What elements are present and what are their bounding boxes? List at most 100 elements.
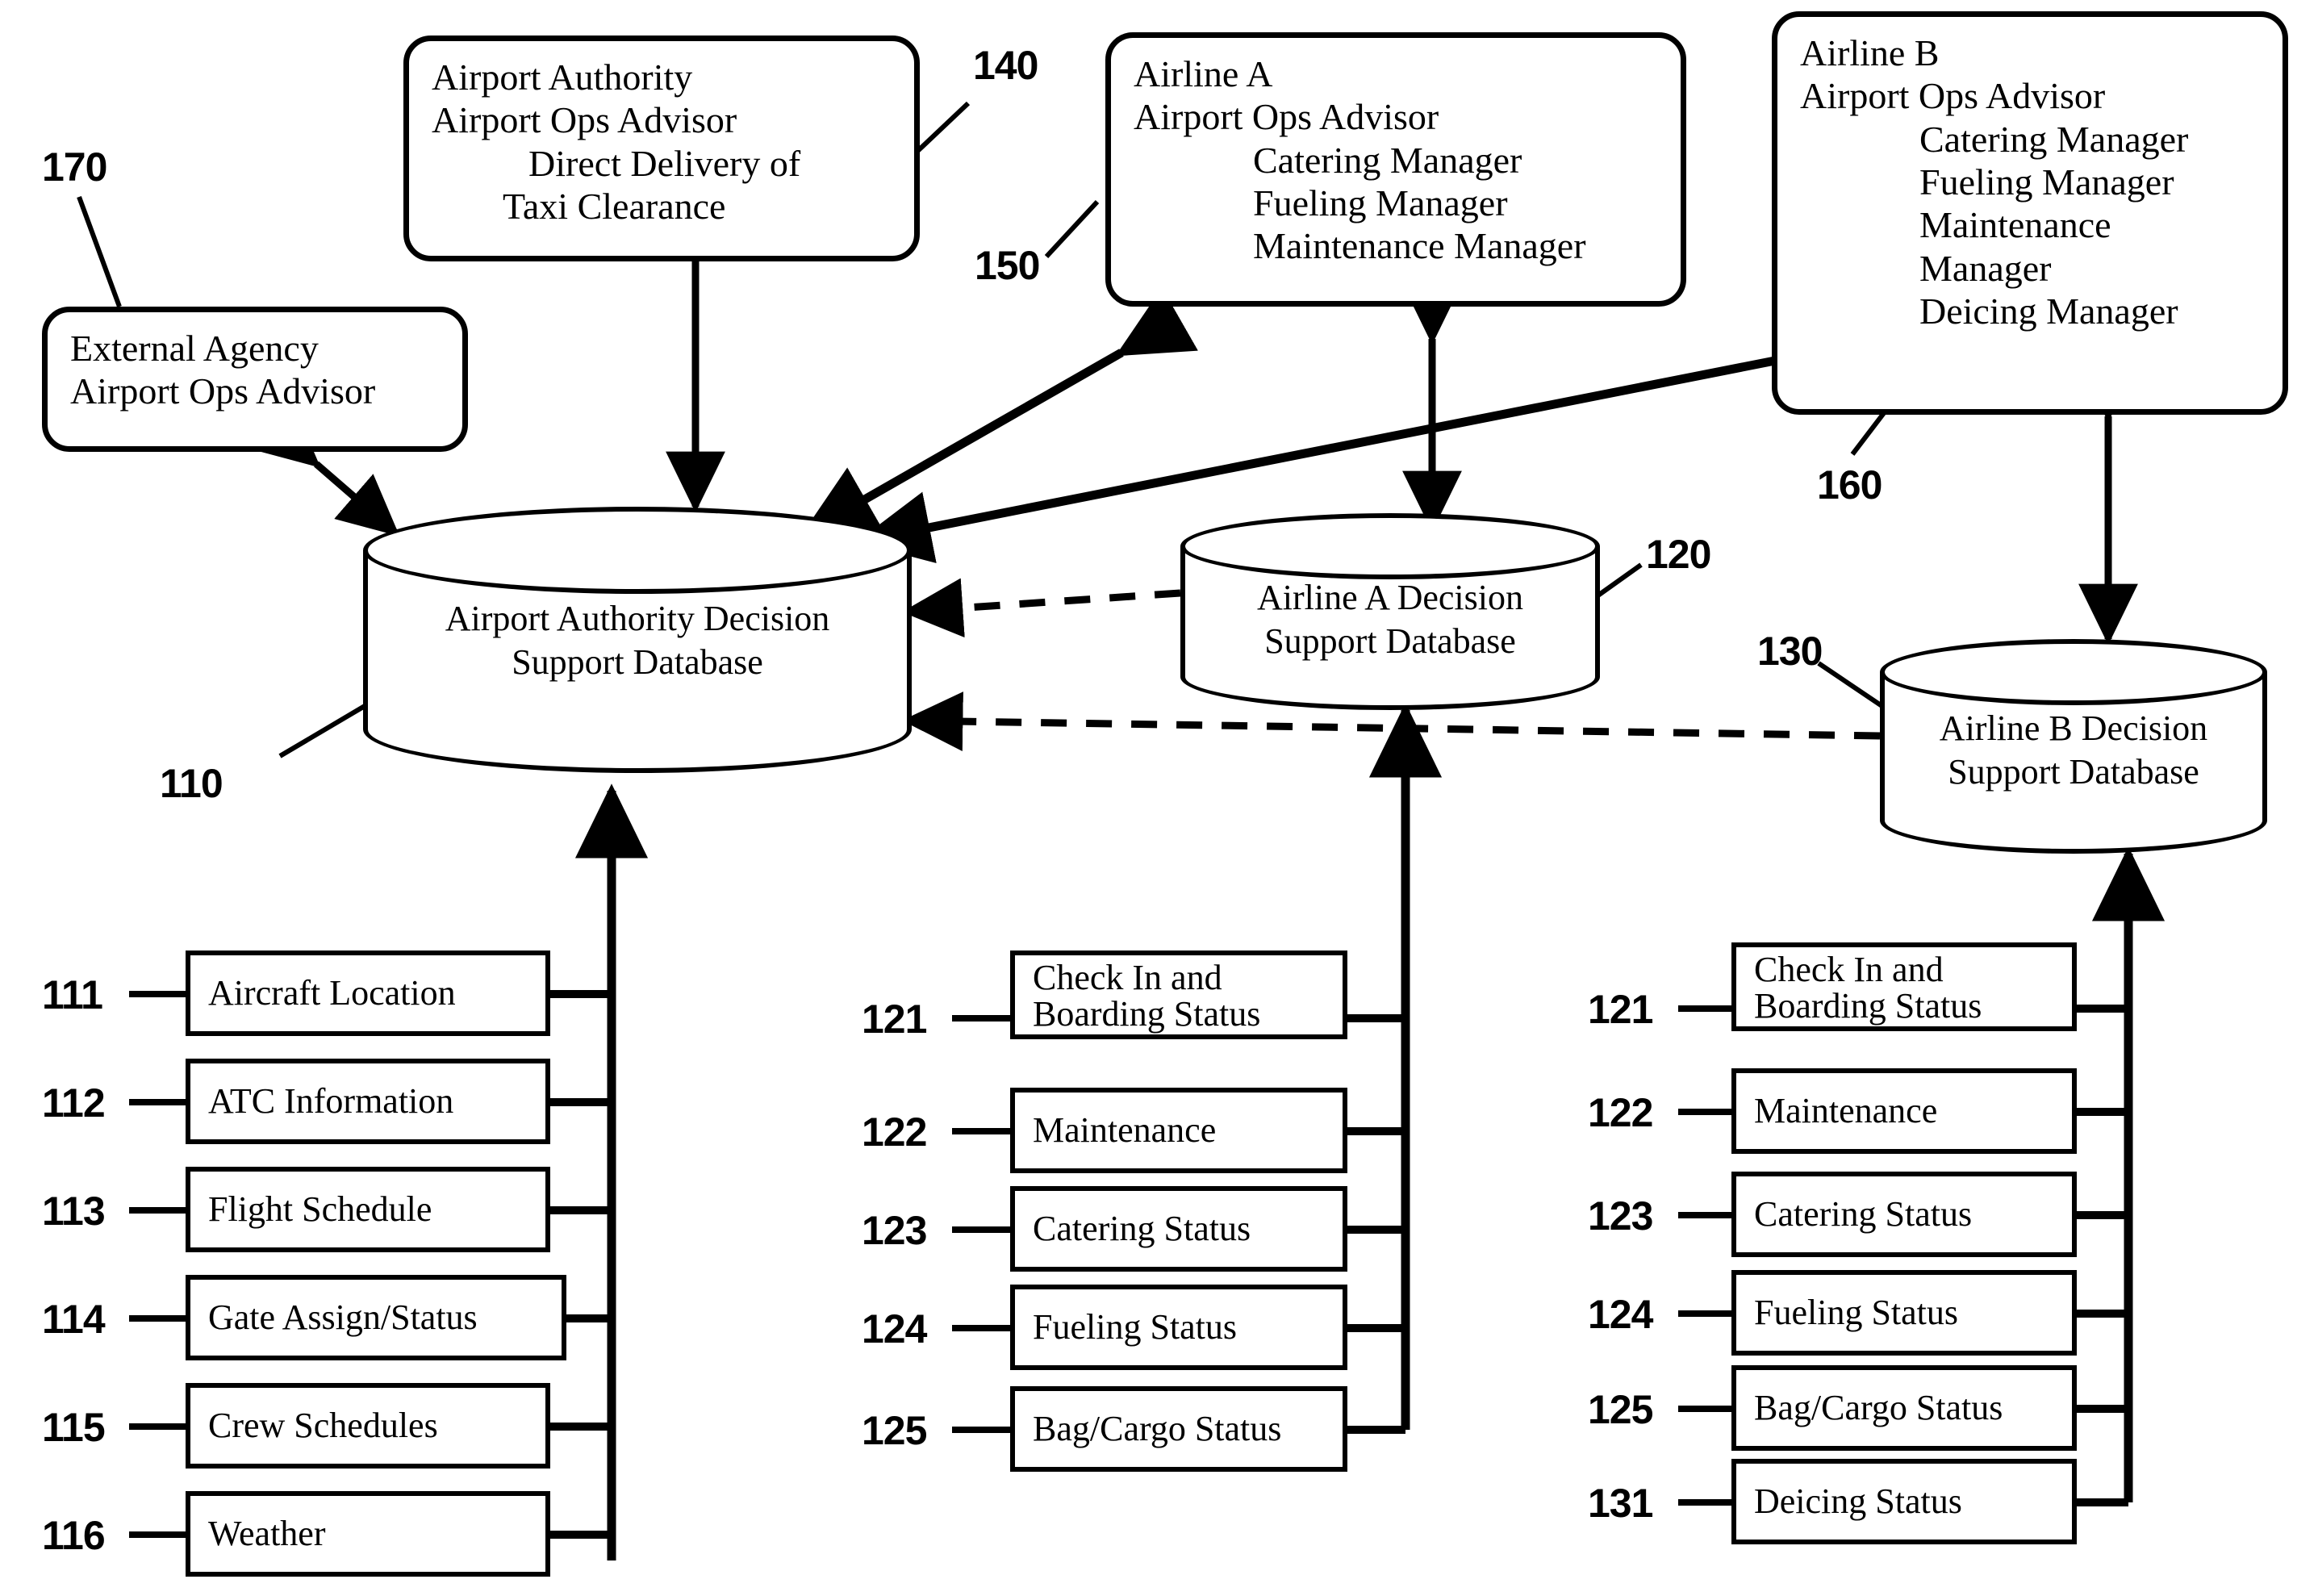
ref-numeral-b-121: 121 xyxy=(1588,987,1653,1032)
airline-b-role-2: Fueling Manager xyxy=(1919,161,2174,203)
ref-numeral-114: 114 xyxy=(42,1297,106,1342)
data-source-label-a-125: Bag/Cargo Status xyxy=(1033,1408,1282,1448)
dashed-arrow-airline-a-db-to-airport-db xyxy=(901,578,1181,638)
data-source-label-a-121-line-1: Check In and xyxy=(1033,958,1222,997)
airline-b-db-label-line-1: Airline B Decision xyxy=(1939,708,2208,748)
ref-numeral-130: 130 xyxy=(1757,629,1823,674)
database-airline-a[interactable]: Airline A Decision Support Database xyxy=(1180,513,1600,710)
data-source-box-gate-assign-status[interactable]: Gate Assign/Status xyxy=(186,1275,566,1360)
data-source-label-111: Aircraft Location xyxy=(208,972,456,1013)
data-source-box-b-fueling-status[interactable]: Fueling Status xyxy=(1731,1270,2077,1356)
leader-line-130 xyxy=(1817,661,1890,712)
data-source-label-b-121-line-1: Check In and xyxy=(1754,950,1944,989)
ref-numeral-140: 140 xyxy=(973,43,1038,88)
airport-authority-line-2: Airport Ops Advisor xyxy=(432,99,737,141)
ref-numeral-a-124: 124 xyxy=(862,1306,927,1352)
data-source-box-crew-schedules[interactable]: Crew Schedules xyxy=(186,1383,550,1469)
actor-box-airline-b[interactable]: Airline B Airport Ops Advisor Catering M… xyxy=(1772,11,2288,415)
data-source-box-flight-schedule[interactable]: Flight Schedule xyxy=(186,1167,550,1252)
ref-numeral-112: 112 xyxy=(42,1080,106,1126)
external-agency-line-1: External Agency xyxy=(70,328,319,369)
arrow-airline-a-to-airport-db xyxy=(800,287,1198,537)
data-source-box-a-check-in-boarding[interactable]: Check In and Boarding Status xyxy=(1010,950,1347,1039)
airline-b-line-2: Airport Ops Advisor xyxy=(1800,75,2106,117)
ref-numeral-113: 113 xyxy=(42,1189,106,1234)
airline-b-role-5: Deicing Manager xyxy=(1919,290,2178,332)
airline-b-role-1: Catering Manager xyxy=(1919,118,2189,160)
ref-numeral-115: 115 xyxy=(42,1405,106,1450)
ref-numeral-120: 120 xyxy=(1646,532,1711,577)
airport-db-label-line-1: Airport Authority Decision xyxy=(445,599,830,638)
airline-a-db-label-line-2: Support Database xyxy=(1264,620,1516,661)
data-source-box-b-bag-cargo-status[interactable]: Bag/Cargo Status xyxy=(1731,1365,2077,1451)
data-source-box-weather[interactable]: Weather xyxy=(186,1491,550,1577)
ref-numeral-a-122: 122 xyxy=(862,1109,927,1155)
data-source-box-b-deicing-status[interactable]: Deicing Status xyxy=(1731,1459,2077,1544)
ref-numeral-116: 116 xyxy=(42,1513,106,1558)
data-source-box-a-bag-cargo-status[interactable]: Bag/Cargo Status xyxy=(1010,1386,1347,1472)
data-source-label-b-124: Fueling Status xyxy=(1754,1292,1959,1332)
cylinder-top-cap-airline-a-db xyxy=(1180,513,1600,579)
ref-numeral-b-124: 124 xyxy=(1588,1292,1653,1337)
data-source-box-a-catering-status[interactable]: Catering Status xyxy=(1010,1186,1347,1272)
data-source-label-113: Flight Schedule xyxy=(208,1189,432,1229)
ref-numeral-b-125: 125 xyxy=(1588,1387,1653,1432)
data-source-label-a-124: Fueling Status xyxy=(1033,1306,1238,1347)
leader-line-110 xyxy=(278,704,366,758)
data-source-label-a-123: Catering Status xyxy=(1033,1208,1251,1248)
data-source-label-a-122: Maintenance xyxy=(1033,1109,1217,1150)
data-source-box-a-fueling-status[interactable]: Fueling Status xyxy=(1010,1285,1347,1370)
airline-a-line-1: Airline A xyxy=(1134,53,1273,94)
airline-a-role-3: Maintenance Manager xyxy=(1253,225,1586,267)
actor-box-airport-authority[interactable]: Airport Authority Airport Ops Advisor Di… xyxy=(403,36,920,261)
airport-authority-line-1: Airport Authority xyxy=(432,56,693,98)
leader-line-150 xyxy=(1044,199,1100,259)
data-source-box-b-catering-status[interactable]: Catering Status xyxy=(1731,1172,2077,1257)
ref-numeral-111: 111 xyxy=(42,972,103,1017)
data-source-label-112: ATC Information xyxy=(208,1080,454,1121)
dashed-arrow-airline-b-db-to-airport-db xyxy=(901,691,1881,751)
ref-numeral-b-122: 122 xyxy=(1588,1090,1653,1135)
ref-numeral-170: 170 xyxy=(42,144,107,190)
airline-a-db-label-line-1: Airline A Decision xyxy=(1257,578,1523,617)
database-airline-b[interactable]: Airline B Decision Support Database xyxy=(1880,639,2267,854)
database-airport-authority[interactable]: Airport Authority Decision Support Datab… xyxy=(363,507,912,773)
ref-numeral-b-123: 123 xyxy=(1588,1193,1653,1239)
ref-numeral-a-123: 123 xyxy=(862,1208,927,1253)
data-source-label-b-122: Maintenance xyxy=(1754,1090,1938,1130)
data-source-label-b-125: Bag/Cargo Status xyxy=(1754,1387,2003,1427)
actor-box-airline-a[interactable]: Airline A Airport Ops Advisor Catering M… xyxy=(1105,32,1686,307)
external-agency-line-2: Airport Ops Advisor xyxy=(70,370,376,412)
data-source-box-aircraft-location[interactable]: Aircraft Location xyxy=(186,950,550,1036)
airline-b-db-label-line-2: Support Database xyxy=(1948,751,2199,792)
airline-a-line-2: Airport Ops Advisor xyxy=(1134,96,1439,138)
airport-db-label-line-2: Support Database xyxy=(512,641,763,682)
ref-numeral-a-125: 125 xyxy=(862,1408,927,1453)
actor-box-external-agency[interactable]: External Agency Airport Ops Advisor xyxy=(42,307,468,452)
data-source-box-atc-information[interactable]: ATC Information xyxy=(186,1059,550,1144)
cylinder-top-cap-airline-b-db xyxy=(1880,639,2267,705)
data-source-label-b-121-line-2: Boarding Status xyxy=(1754,985,1982,1026)
leader-line-170 xyxy=(77,195,122,308)
data-source-label-b-131: Deicing Status xyxy=(1754,1481,1962,1521)
airport-authority-role-2: Taxi Clearance xyxy=(503,186,726,228)
airport-authority-role-1: Direct Delivery of xyxy=(528,142,801,184)
airline-a-role-1: Catering Manager xyxy=(1253,139,1522,181)
ref-numeral-150: 150 xyxy=(975,243,1040,288)
data-source-box-a-maintenance[interactable]: Maintenance xyxy=(1010,1088,1347,1173)
ref-numeral-110: 110 xyxy=(160,761,223,806)
data-source-box-b-check-in-boarding[interactable]: Check In and Boarding Status xyxy=(1731,942,2077,1031)
airline-b-role-4: Manager xyxy=(1919,247,2052,289)
ref-numeral-b-131: 131 xyxy=(1588,1481,1653,1526)
data-source-label-a-121-line-2: Boarding Status xyxy=(1033,993,1261,1034)
airline-a-role-2: Fueling Manager xyxy=(1253,182,1508,224)
airline-b-line-1: Airline B xyxy=(1800,32,1940,73)
leader-line-120 xyxy=(1592,562,1643,601)
data-source-label-116: Weather xyxy=(208,1513,326,1553)
data-source-label-114: Gate Assign/Status xyxy=(208,1297,478,1337)
data-source-label-115: Crew Schedules xyxy=(208,1405,438,1445)
data-source-box-b-maintenance[interactable]: Maintenance xyxy=(1731,1068,2077,1154)
data-source-label-b-123: Catering Status xyxy=(1754,1193,1973,1234)
ref-numeral-a-121: 121 xyxy=(862,996,927,1042)
cylinder-top-cap-airport-db xyxy=(363,507,912,594)
